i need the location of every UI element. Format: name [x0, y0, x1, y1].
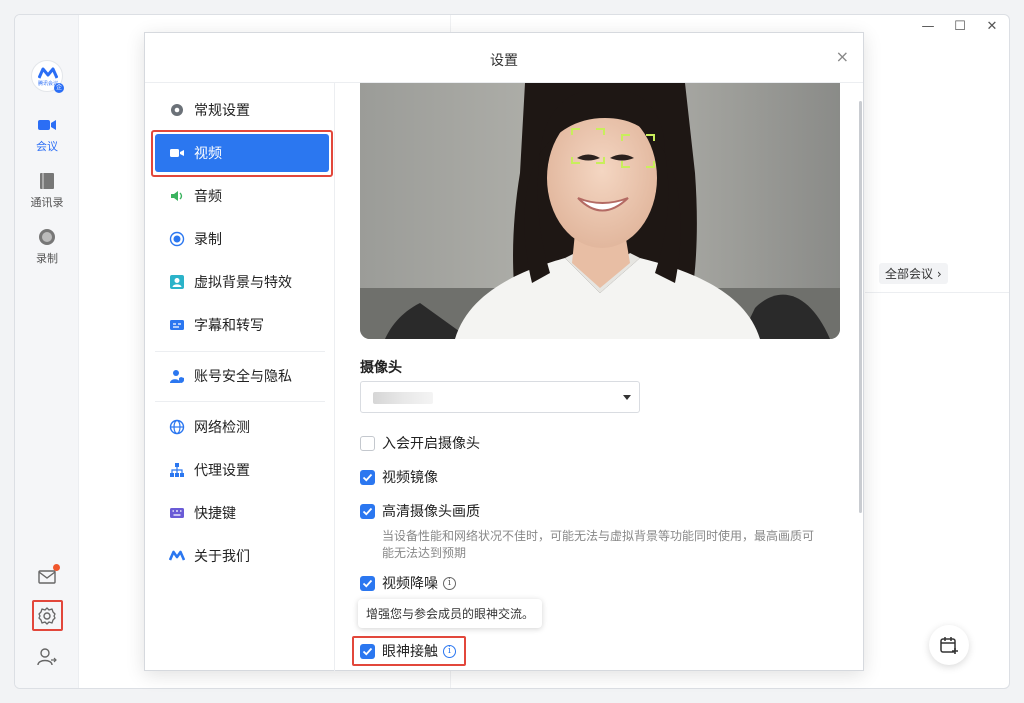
checkbox-checked[interactable]: [360, 575, 375, 591]
nav-item-label: 账号安全与隐私: [194, 369, 292, 385]
camera-preview: [360, 83, 840, 339]
network-tree-icon: [170, 463, 184, 477]
info-icon[interactable]: i: [443, 576, 456, 590]
nav-separator: [155, 351, 325, 352]
checkbox-checked[interactable]: [360, 469, 375, 485]
check-icon: [362, 473, 373, 481]
caret-down-icon: [623, 395, 631, 400]
nav-item-about[interactable]: 关于我们: [155, 537, 329, 575]
logo-icon: [169, 550, 185, 561]
scrollbar[interactable]: [859, 101, 862, 513]
nav-item-captions[interactable]: 字幕和转写: [155, 306, 329, 344]
record-icon: [39, 229, 55, 245]
nav-item-label: 音频: [194, 189, 222, 205]
contacts-book-icon: [40, 173, 54, 189]
video-camera-icon: [38, 120, 56, 130]
camera-name-redacted: [373, 392, 433, 404]
nav-item-label: 录制: [194, 232, 222, 248]
minimize-button[interactable]: —: [921, 19, 935, 34]
enterprise-badge: 企: [54, 83, 64, 93]
nav-item-shortcuts[interactable]: 快捷键: [155, 494, 329, 532]
video-settings-panel: 摄像头 入会开启摄像头 视频镜像 高清摄像头画质 当设备性能和网络状况不佳时，可…: [336, 83, 864, 671]
nav-item-recording[interactable]: 录制: [155, 220, 329, 258]
checkbox-unchecked[interactable]: [360, 435, 375, 451]
rail-item-label: 通讯录: [30, 196, 64, 209]
option-camera-on-join[interactable]: 入会开启摄像头: [360, 433, 480, 453]
hd-quality-hint: 当设备性能和网络状况不佳时，可能无法与虚拟背景等功能同时使用，最高画质可能无法达…: [382, 529, 815, 560]
close-window-button[interactable]: ✕: [985, 19, 999, 34]
globe-icon: [169, 419, 185, 435]
all-meetings-link[interactable]: 全部会议 ›: [879, 263, 948, 284]
speaker-icon: [171, 191, 183, 201]
shield-user-icon: [170, 370, 184, 383]
option-label: 视频降噪: [382, 576, 438, 592]
dialog-header: 设置 ×: [145, 33, 863, 83]
rail-item-recordings[interactable]: 录制: [15, 227, 79, 266]
camera-section-label: 摄像头: [360, 360, 402, 376]
nav-item-proxy[interactable]: 代理设置: [155, 451, 329, 489]
portrait-icon: [170, 275, 184, 289]
option-label: 高清摄像头画质: [382, 504, 480, 520]
rail-item-meetings[interactable]: 会议: [15, 115, 79, 154]
calendar-add-icon: [940, 637, 958, 654]
nav-item-general[interactable]: 常规设置: [155, 91, 329, 129]
rail-mail[interactable]: [15, 564, 79, 587]
caption-icon: [170, 320, 184, 330]
nav-item-label: 关于我们: [194, 549, 250, 565]
maximize-button[interactable]: ☐: [953, 19, 967, 34]
camera-select[interactable]: [360, 381, 640, 413]
nav-item-label: 网络检测: [194, 420, 250, 436]
rail-item-label: 录制: [36, 252, 58, 265]
rail-account[interactable]: [15, 647, 79, 667]
check-icon: [362, 579, 373, 587]
record-icon: [169, 231, 185, 247]
logo-icon: [38, 67, 58, 79]
camera-preview-image: [360, 83, 840, 339]
window-controls: — ☐ ✕: [921, 19, 999, 34]
gear-icon: [171, 104, 183, 116]
background-divider-line: [865, 292, 1009, 293]
settings-highlight-frame: [32, 600, 63, 631]
app-logo[interactable]: 腾讯会议 企: [31, 60, 64, 93]
rail-item-label: 会议: [36, 140, 58, 153]
close-icon[interactable]: ×: [836, 47, 849, 66]
keyboard-icon: [170, 508, 184, 518]
left-rail: 腾讯会议 企 会议 通讯录 录制: [15, 15, 79, 688]
eye-contact-tooltip: 增强您与参会成员的眼神交流。: [358, 599, 543, 628]
option-hd-quality[interactable]: 高清摄像头画质: [360, 501, 480, 521]
nav-item-network-test[interactable]: 网络检测: [155, 408, 329, 446]
check-icon: [362, 507, 373, 515]
video-nav-highlight-frame: [151, 130, 333, 177]
eye-contact-highlight-frame: [352, 636, 466, 666]
nav-item-virtual-background[interactable]: 虚拟背景与特效: [155, 263, 329, 301]
rail-item-contacts[interactable]: 通讯录: [15, 171, 79, 210]
nav-item-label: 快捷键: [194, 506, 236, 522]
dialog-title: 设置: [490, 53, 518, 69]
nav-item-account-security[interactable]: 账号安全与隐私: [155, 357, 329, 395]
settings-dialog: 设置 × 常规设置 视频 音频 录制 虚拟背景与特效 字幕和转写 账号安全与隐私…: [144, 32, 864, 671]
option-video-denoise[interactable]: 视频降噪 i: [360, 573, 456, 593]
nav-item-label: 字幕和转写: [194, 318, 264, 334]
option-video-mirror[interactable]: 视频镜像: [360, 467, 438, 487]
checkbox-checked[interactable]: [360, 503, 375, 519]
nav-separator: [155, 401, 325, 402]
schedule-meeting-button[interactable]: [929, 625, 969, 665]
option-label: 入会开启摄像头: [382, 436, 480, 452]
nav-item-label: 虚拟背景与特效: [194, 275, 292, 291]
nav-item-label: 常规设置: [194, 103, 250, 119]
nav-item-label: 代理设置: [194, 463, 250, 479]
notification-dot: [53, 564, 60, 571]
option-label: 视频镜像: [382, 470, 438, 486]
user-switch-icon: [37, 648, 57, 666]
nav-item-audio[interactable]: 音频: [155, 177, 329, 215]
